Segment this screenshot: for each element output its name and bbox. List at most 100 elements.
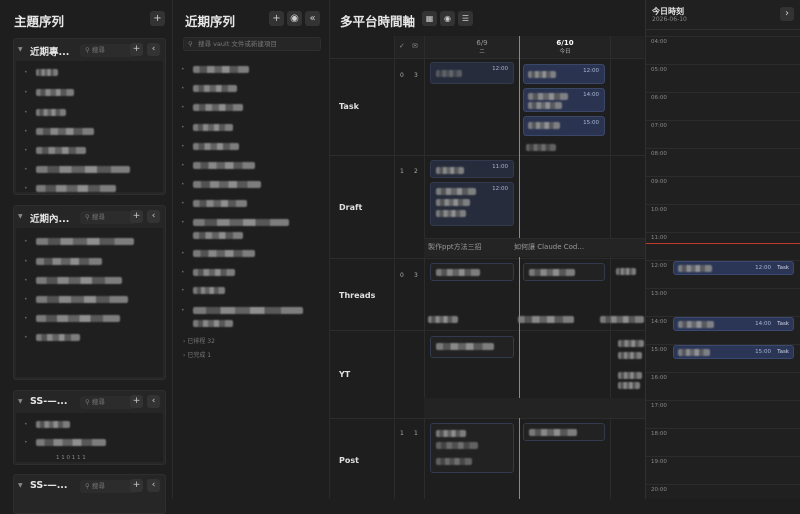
timeline-card[interactable] [430, 263, 514, 281]
row-done-count: 1 [400, 168, 404, 175]
hour-label: 19:00 [651, 459, 667, 465]
list-item[interactable]: • [181, 143, 239, 150]
list-item[interactable]: • [181, 104, 243, 111]
today-panel: 今日時刻 2026-06-10 › 04:00 05:00 06:00 07:0… [645, 0, 800, 499]
checklist-icon[interactable]: ☰ [458, 11, 473, 26]
topic-section: ▼ 近期內... ⚲ 搜尋 + ‹ • • • • • • [13, 205, 166, 380]
hour-label: 05:00 [651, 67, 667, 73]
collapse-panel-button[interactable]: « [305, 11, 320, 26]
timeline-card[interactable]: 15:00 [523, 116, 605, 136]
list-item[interactable]: • [24, 334, 80, 341]
day-column-header-today[interactable]: 6/10 今日 [520, 39, 610, 55]
collapse-toggle-icon[interactable]: ▼ [18, 213, 23, 220]
list-item[interactable]: • [24, 315, 120, 322]
hour-label: 10:00 [651, 207, 667, 213]
list-item[interactable]: • [24, 147, 86, 154]
panel-title: 多平台時間軸 [340, 14, 416, 29]
row-label-post: Post [339, 456, 359, 465]
list-item[interactable]: • [24, 439, 106, 446]
list-item[interactable]: • [181, 124, 233, 131]
section-add-button[interactable]: + [130, 210, 143, 223]
list-item[interactable]: • [24, 421, 70, 428]
row-total-count: 2 [414, 168, 418, 175]
list-item[interactable]: • [181, 307, 303, 314]
section-add-button[interactable]: + [130, 395, 143, 408]
section-collapse-button[interactable]: ‹ [147, 210, 160, 223]
section-search-input[interactable]: ⚲ 搜尋 [80, 480, 136, 493]
recent-sequence-panel: 近期序列 + ◉ « ⚲ 搜尋 vault 文件或新建項目 • • • • • … [173, 0, 330, 499]
today-event[interactable]: 15:00 Task [673, 345, 794, 359]
list-item[interactable]: • [181, 66, 249, 73]
draft-item[interactable]: 製作ppt方法三招 [428, 242, 482, 252]
hour-label: 14:00 [651, 319, 667, 325]
current-time-line [646, 243, 800, 244]
list-item[interactable]: • [181, 269, 235, 276]
section-collapse-button[interactable]: ‹ [147, 395, 160, 408]
timeline-card[interactable] [523, 263, 605, 281]
timeline-card[interactable] [430, 423, 514, 473]
add-topic-button[interactable]: + [150, 11, 165, 26]
list-item[interactable]: • [181, 162, 255, 169]
list-item[interactable]: • [24, 296, 128, 303]
topic-sequence-panel: 主題序列 + ▼ 近期專... ⚲ 搜尋 + ‹ • • • • • • • ▼… [0, 0, 173, 514]
row-label-task: Task [339, 102, 359, 111]
list-item[interactable]: • [24, 185, 116, 192]
timeline-card[interactable]: 12:00 [430, 182, 514, 226]
list-item[interactable]: • [24, 166, 130, 173]
draft-item[interactable]: 如何讓 Claude Cod... [514, 242, 584, 252]
section-collapse-button[interactable]: ‹ [147, 479, 160, 492]
collapse-toggle-icon[interactable]: ▼ [18, 482, 23, 489]
scheduled-group-toggle[interactable]: › 已排程 32 [183, 336, 215, 345]
eye-icon[interactable]: ◉ [287, 11, 302, 26]
add-item-button[interactable]: + [269, 11, 284, 26]
timeline-card[interactable]: 14:00 [523, 88, 605, 112]
today-event[interactable]: 14:00 Task [673, 317, 794, 331]
collapse-toggle-icon[interactable]: ▼ [18, 46, 23, 53]
list-item[interactable]: • [181, 250, 255, 257]
section-header[interactable]: ▼ 近期專... ⚲ 搜尋 + ‹ [14, 39, 165, 61]
section-header[interactable]: ▼ SS-—... ⚲ 搜尋 + ‹ [14, 475, 165, 497]
hour-label: 06:00 [651, 95, 667, 101]
list-item[interactable]: • [181, 219, 289, 226]
row-label-yt: YT [339, 370, 351, 379]
row-done-count: 0 [400, 72, 404, 79]
section-header[interactable]: ▼ 近期內... ⚲ 搜尋 + ‹ [14, 206, 165, 228]
section-search-input[interactable]: ⚲ 搜尋 [80, 44, 136, 57]
done-check-icon: ✓ [399, 42, 405, 50]
yt-item [618, 352, 642, 359]
collapse-toggle-icon[interactable]: ▼ [18, 398, 23, 405]
list-item[interactable]: • [24, 109, 66, 116]
timeline-card[interactable] [523, 423, 605, 441]
timeline-card[interactable]: 11:00 [430, 160, 514, 178]
section-search-input[interactable]: ⚲ 搜尋 [80, 211, 136, 224]
list-item[interactable]: • [24, 238, 134, 245]
yt-item [618, 382, 640, 389]
list-item[interactable]: • [24, 89, 74, 96]
section-collapse-button[interactable]: ‹ [147, 43, 160, 56]
next-day-button[interactable]: › [780, 7, 794, 21]
section-header[interactable]: ▼ SS-—... ⚲ 搜尋 + ‹ [14, 391, 165, 413]
list-item[interactable]: • [24, 258, 102, 265]
timeline-card[interactable]: 12:00 [523, 64, 605, 84]
day-column-header[interactable]: 6/9 二 [440, 39, 524, 55]
section-add-button[interactable]: + [130, 479, 143, 492]
row-label-threads: Threads [339, 291, 376, 300]
list-item[interactable]: • [24, 69, 58, 76]
section-add-button[interactable]: + [130, 43, 143, 56]
list-item[interactable]: • [181, 287, 225, 294]
timeline-card[interactable]: 12:00 [430, 62, 514, 84]
section-search-input[interactable]: ⚲ 搜尋 [80, 396, 136, 409]
completed-group-toggle[interactable]: › 已完成 1 [183, 350, 211, 359]
list-item[interactable]: • [181, 200, 247, 207]
list-item[interactable]: • [181, 181, 261, 188]
hour-label: 07:00 [651, 123, 667, 129]
section-list: • • • • • • • [16, 61, 163, 192]
calendar-icon[interactable]: ▦ [422, 11, 437, 26]
timeline-card[interactable] [430, 336, 514, 358]
today-event[interactable]: 12:00 Task [673, 261, 794, 275]
vault-search-input[interactable]: ⚲ 搜尋 vault 文件或新建項目 [183, 37, 321, 51]
list-item[interactable]: • [181, 85, 237, 92]
list-item[interactable]: • [24, 128, 94, 135]
eye-icon[interactable]: ◉ [440, 11, 455, 26]
list-item[interactable]: • [24, 277, 122, 284]
